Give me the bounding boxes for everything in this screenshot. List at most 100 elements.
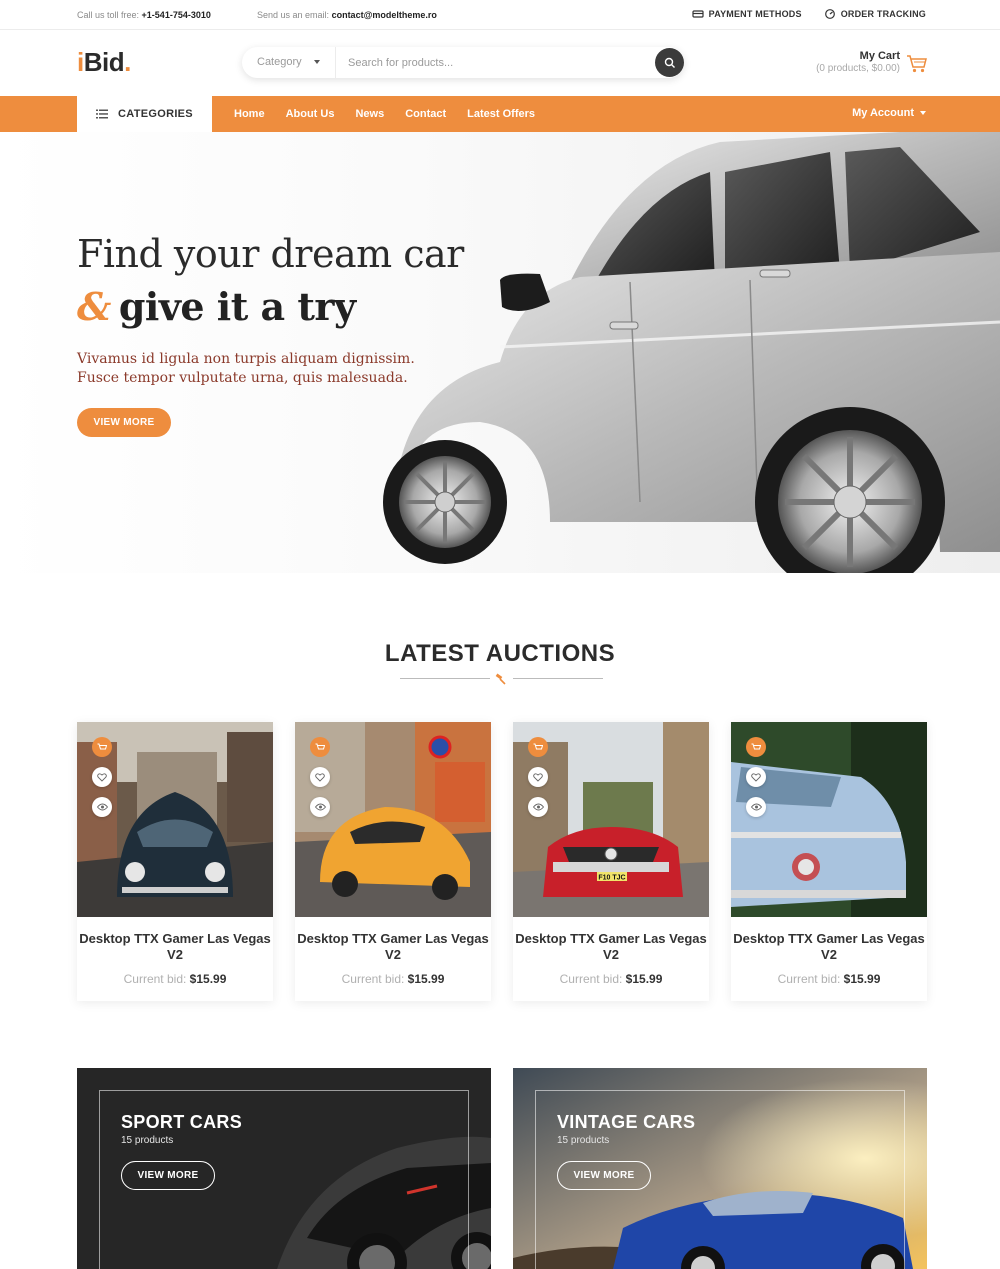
page: Call us toll free: +1-541-754-3010 Send … — [0, 0, 1000, 1269]
auction-card[interactable]: Desktop TTX Gamer Las Vegas V2 Current b… — [295, 722, 491, 1001]
quick-view-button[interactable] — [746, 797, 766, 817]
heart-icon — [97, 772, 107, 782]
wishlist-button[interactable] — [528, 767, 548, 787]
gavel-icon — [495, 673, 506, 685]
promo-sport-cars[interactable]: SPORT CARS 15 products VIEW MORE — [77, 1068, 491, 1269]
bid-price: $15.99 — [407, 972, 445, 986]
bid-price: $15.99 — [189, 972, 227, 986]
mini-cart[interactable]: My Cart (0 products, $0.00) — [816, 50, 928, 74]
search-input[interactable] — [348, 53, 638, 72]
promo-count: 15 products — [121, 1135, 174, 1146]
top-bar: Call us toll free: +1-541-754-3010 Send … — [0, 0, 1000, 30]
my-account-menu[interactable]: My Account — [852, 107, 926, 119]
heart-icon — [751, 772, 761, 782]
promo-count: 15 products — [557, 1135, 610, 1146]
quick-view-button[interactable] — [92, 797, 112, 817]
cart-icon — [315, 743, 325, 749]
order-tracking-link[interactable]: ORDER TRACKING — [824, 9, 926, 19]
section-title: LATEST AUCTIONS — [384, 640, 616, 667]
nav-link-about[interactable]: About Us — [286, 108, 335, 120]
promo-title: SPORT CARS — [121, 1112, 243, 1132]
list-icon — [96, 109, 109, 119]
nav-link-contact[interactable]: Contact — [405, 108, 446, 120]
quick-view-button[interactable] — [310, 797, 330, 817]
main-nav: CATEGORIES Home About Us News Contact La… — [0, 96, 1000, 132]
current-bid: Current bid: $15.99 — [295, 972, 491, 986]
cart-icon — [907, 55, 927, 73]
wishlist-button[interactable] — [310, 767, 330, 787]
search-divider — [335, 47, 336, 78]
cart-title: My Cart — [859, 50, 900, 62]
hero-view-more-button[interactable]: VIEW MORE — [77, 408, 171, 437]
product-name[interactable]: Desktop TTX Gamer Las Vegas V2 — [513, 931, 709, 963]
phone-number[interactable]: +1-541-754-3010 — [142, 10, 211, 20]
payment-methods-label: PAYMENT METHODS — [708, 9, 802, 19]
auction-card[interactable]: Desktop TTX Gamer Las Vegas V2 Current b… — [731, 722, 927, 1001]
nav-link-news[interactable]: News — [355, 108, 384, 120]
eye-icon — [314, 803, 326, 811]
bid-price: $15.99 — [843, 972, 881, 986]
wishlist-button[interactable] — [92, 767, 112, 787]
current-bid: Current bid: $15.99 — [513, 972, 709, 986]
search-button[interactable] — [655, 48, 684, 77]
bid-label: Current bid: — [777, 972, 841, 986]
add-to-cart-button[interactable] — [746, 737, 766, 757]
search-icon — [664, 57, 675, 68]
categories-button[interactable]: CATEGORIES — [77, 96, 212, 132]
email-info: Send us an email: contact@modeltheme.ro — [257, 10, 437, 20]
cart-summary: (0 products, $0.00) — [816, 63, 900, 74]
add-to-cart-button[interactable] — [310, 737, 330, 757]
cart-icon — [533, 743, 543, 749]
product-name[interactable]: Desktop TTX Gamer Las Vegas V2 — [295, 931, 491, 963]
add-to-cart-button[interactable] — [92, 737, 112, 757]
section-divider — [400, 673, 603, 685]
hero-subheading-text: give it a try — [118, 284, 356, 329]
nav-link-latest-offers[interactable]: Latest Offers — [467, 108, 535, 120]
logo-i: i — [77, 47, 84, 77]
header: iBid. Category My Cart (0 products, $0.0… — [0, 31, 1000, 95]
promo-view-more-button[interactable]: VIEW MORE — [121, 1161, 215, 1190]
add-to-cart-button[interactable] — [528, 737, 548, 757]
promo-vintage-cars[interactable]: VINTAGE CARS 15 products VIEW MORE — [513, 1068, 927, 1269]
category-select[interactable]: Category — [257, 56, 302, 68]
bid-label: Current bid: — [123, 972, 187, 986]
wishlist-button[interactable] — [746, 767, 766, 787]
logo-text: Bid — [83, 47, 125, 77]
promo-view-more-button[interactable]: VIEW MORE — [557, 1161, 651, 1190]
my-account-label: My Account — [852, 107, 914, 119]
bid-label: Current bid: — [559, 972, 623, 986]
current-bid: Current bid: $15.99 — [77, 972, 273, 986]
payment-methods-link[interactable]: PAYMENT METHODS — [692, 9, 802, 19]
bid-label: Current bid: — [341, 972, 405, 986]
auction-card[interactable]: Desktop TTX Gamer Las Vegas V2 Current b… — [77, 722, 273, 1001]
quick-view-button[interactable] — [528, 797, 548, 817]
heart-icon — [533, 772, 543, 782]
gauge-icon — [824, 9, 835, 19]
cart-icon — [97, 743, 107, 749]
eye-icon — [532, 803, 544, 811]
phone-label: Call us toll free: — [77, 10, 140, 20]
eye-icon — [96, 803, 108, 811]
product-name[interactable]: Desktop TTX Gamer Las Vegas V2 — [77, 931, 273, 963]
email-address[interactable]: contact@modeltheme.ro — [332, 10, 437, 20]
license-plate: F10 TJC — [598, 875, 625, 882]
categories-label: CATEGORIES — [118, 108, 193, 120]
bid-price: $15.99 — [625, 972, 663, 986]
heart-icon — [315, 772, 325, 782]
eye-icon — [750, 803, 762, 811]
product-name[interactable]: Desktop TTX Gamer Las Vegas V2 — [731, 931, 927, 963]
logo[interactable]: iBid. — [77, 47, 131, 78]
order-tracking-label: ORDER TRACKING — [840, 9, 926, 19]
nav-links: Home About Us News Contact Latest Offers — [234, 96, 535, 132]
top-links: PAYMENT METHODS ORDER TRACKING — [692, 9, 926, 19]
hero-text: Vivamus id ligula non turpis aliquam dig… — [77, 351, 415, 386]
nav-link-home[interactable]: Home — [234, 108, 265, 120]
promo-title: VINTAGE CARS — [557, 1112, 696, 1132]
hero-banner: Find your dream car & give it a try Vivam… — [0, 132, 1000, 573]
auction-card[interactable]: F10 TJC Desktop TTX Gamer Las Vegas V2 C… — [513, 722, 709, 1001]
chevron-down-icon — [314, 60, 320, 64]
phone-info: Call us toll free: +1-541-754-3010 — [77, 10, 211, 20]
hero-ampersand: & — [77, 284, 111, 329]
payment-icon — [692, 10, 704, 18]
email-label: Send us an email: — [257, 10, 330, 20]
